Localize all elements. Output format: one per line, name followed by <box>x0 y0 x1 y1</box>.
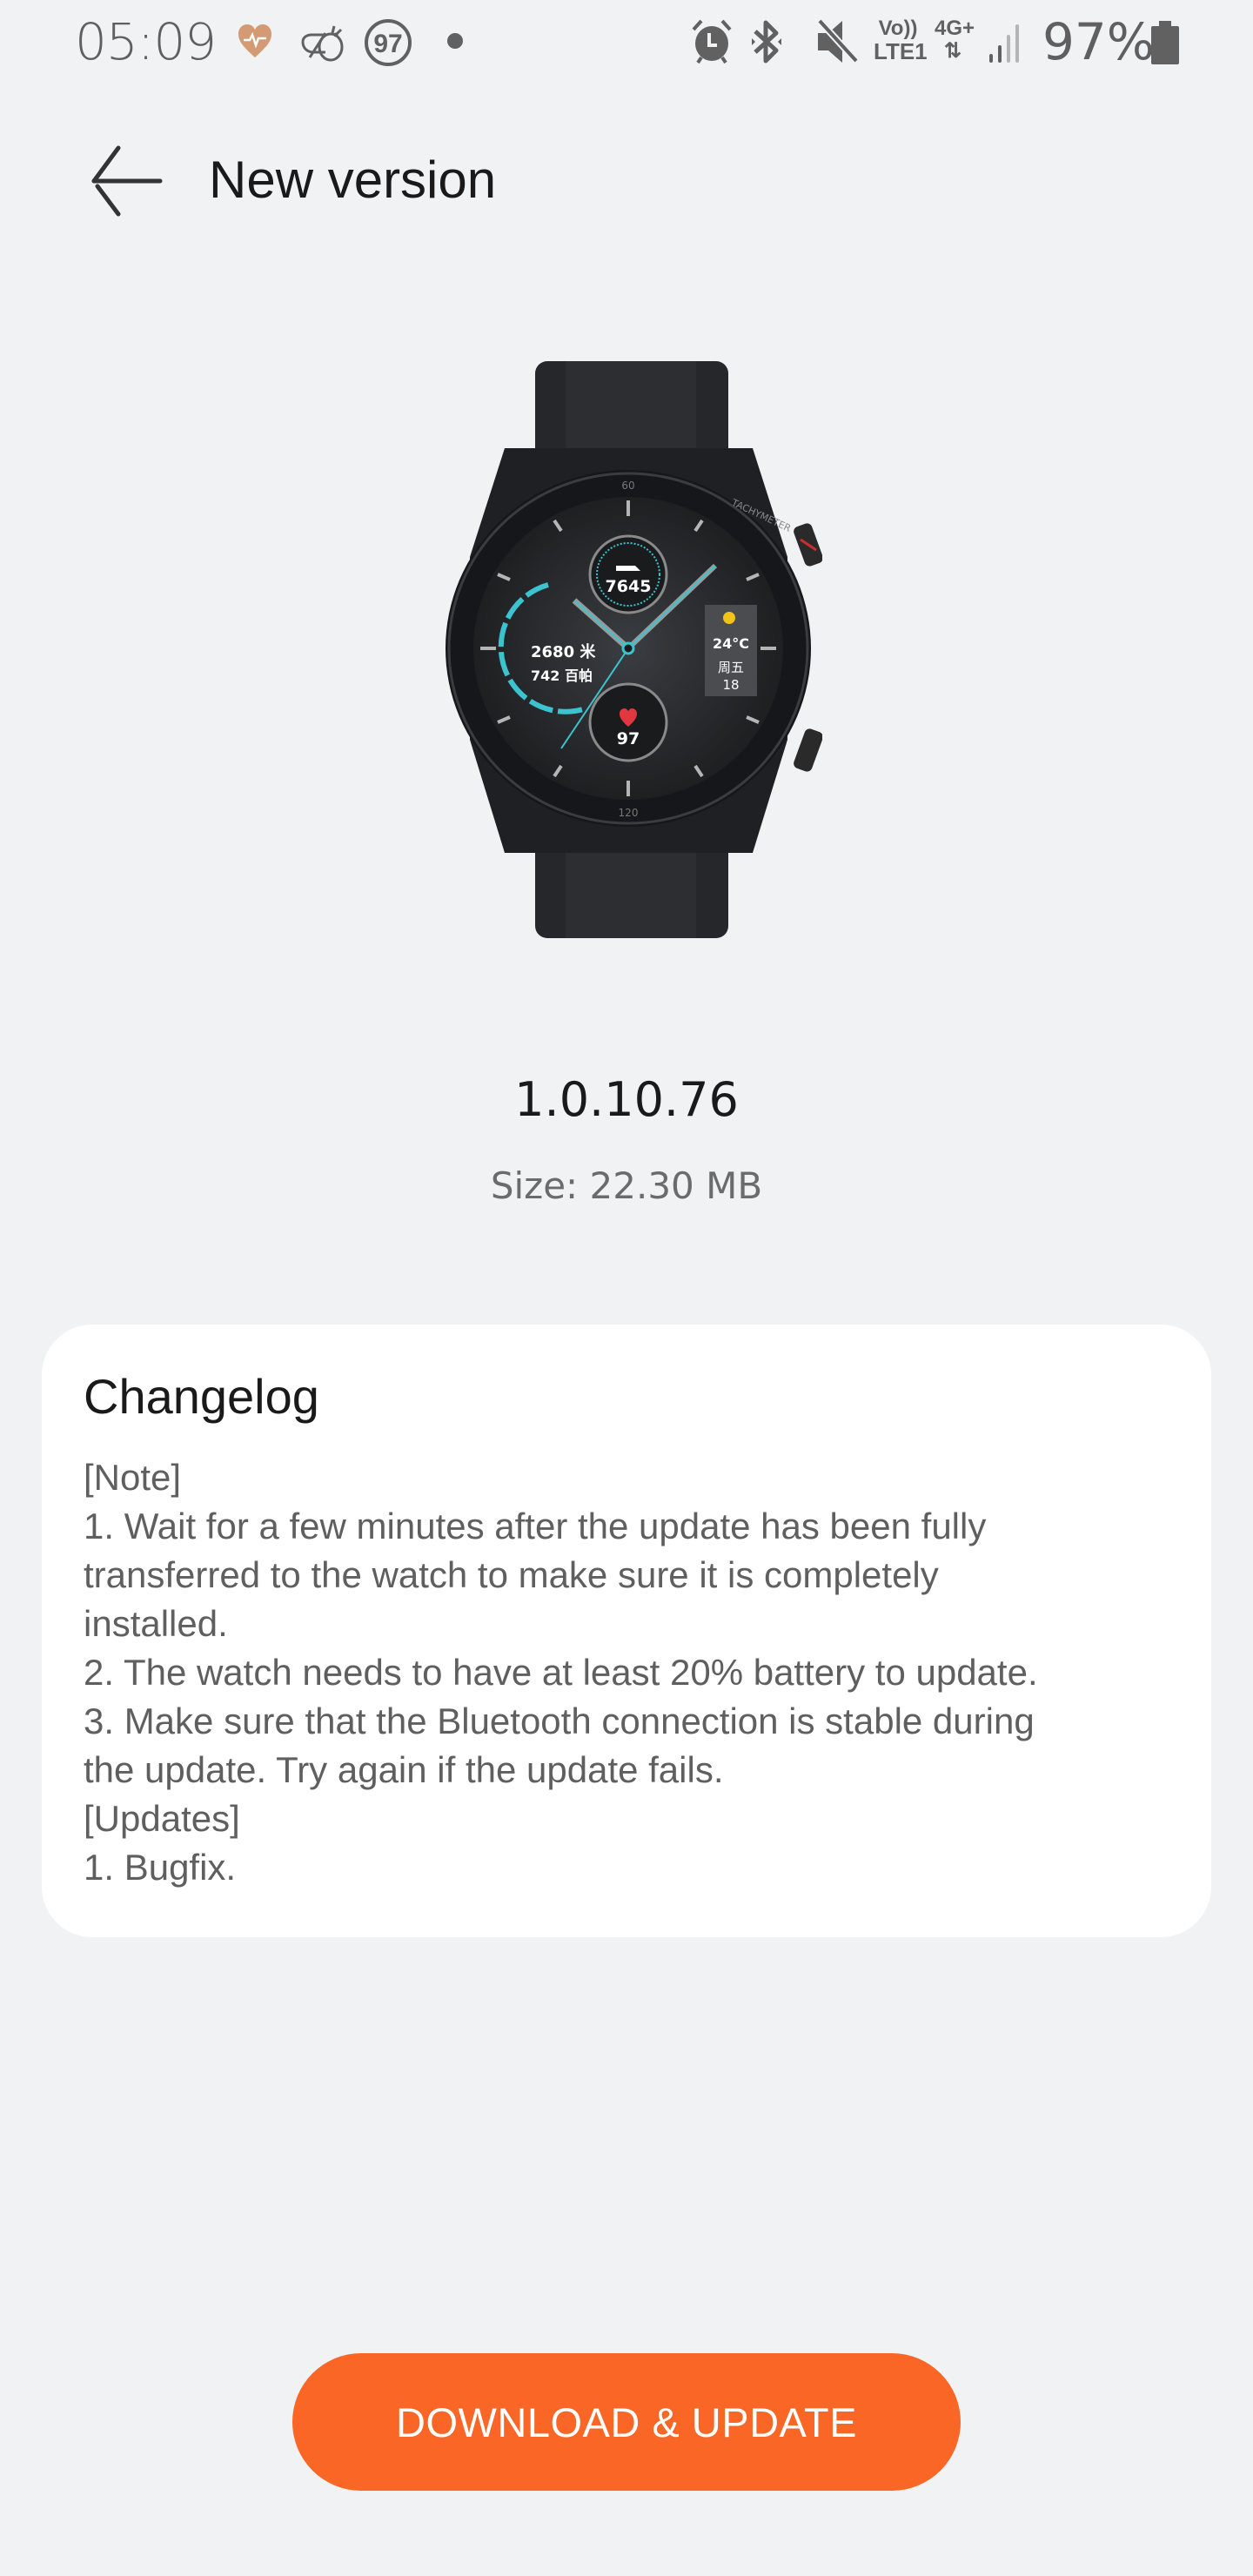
volte-lte1-icon: Vo)) LTE1 <box>874 17 928 64</box>
badge-97-icon: 97 <box>365 19 412 66</box>
battery-icon <box>1151 21 1179 64</box>
alarm-icon <box>692 19 732 64</box>
volte-label: Vo)) <box>878 17 918 40</box>
arrow-left-icon <box>91 145 163 217</box>
svg-text:7645: 7645 <box>606 577 652 596</box>
changelog-body: [Note] 1. Wait for a few minutes after t… <box>84 1453 1180 1892</box>
page-title: New version <box>209 151 497 209</box>
changelog-line: 2. The watch needs to have at least 20% … <box>84 1652 1038 1693</box>
changelog-line: 3. Make sure that the Bluetooth connecti… <box>84 1701 1035 1741</box>
svg-text:97: 97 <box>373 30 402 58</box>
svg-text:60: 60 <box>621 480 634 492</box>
changelog-line: the update. Try again if the update fail… <box>84 1749 724 1790</box>
smartwatch-image: 60 TACHYMETER 120 7645 97 2680 米 742 百帕 … <box>446 361 822 938</box>
mute-icon <box>817 19 859 64</box>
bluetooth-icon <box>752 20 781 64</box>
changelog-line: [Note] <box>84 1457 182 1498</box>
status-time: 05:09 <box>75 12 217 71</box>
back-button[interactable] <box>84 139 167 223</box>
changelog-line: 1. Bugfix. <box>84 1847 237 1888</box>
bee-app-icon <box>301 25 344 62</box>
changelog-line: installed. <box>84 1603 228 1644</box>
status-bar: 05:09 97 Vo)) LTE1 4G+ ⇅ 97% <box>0 0 1253 87</box>
health-heart-icon <box>238 24 271 57</box>
firmware-size: Size: 22.30 MB <box>490 1164 763 1207</box>
svg-text:24°C: 24°C <box>713 635 749 652</box>
svg-text:周五: 周五 <box>718 660 744 675</box>
notification-dot-icon <box>447 33 463 49</box>
watch-crown-bottom <box>794 728 822 772</box>
changelog-title: Changelog <box>84 1369 319 1424</box>
firmware-version: 1.0.10.76 <box>514 1072 739 1127</box>
changelog-line: [Updates] <box>84 1798 240 1839</box>
changelog-line: 1. Wait for a few minutes after the upda… <box>84 1506 987 1546</box>
download-update-label: DOWNLOAD & UPDATE <box>396 2398 857 2445</box>
svg-text:18: 18 <box>722 677 739 693</box>
svg-text:120: 120 <box>619 807 639 819</box>
svg-text:2680 米: 2680 米 <box>531 642 596 661</box>
battery-percent: 97% <box>1042 12 1155 71</box>
network-label: 4G+ <box>935 17 975 40</box>
svg-text:742 百帕: 742 百帕 <box>531 667 593 684</box>
changelog-line: transferred to the watch to make sure it… <box>84 1554 939 1595</box>
download-update-button[interactable]: DOWNLOAD & UPDATE <box>292 2353 961 2491</box>
data-arrows: ⇅ <box>943 39 962 63</box>
signal-icon <box>989 24 1019 63</box>
changelog-card: Changelog [Note] 1. Wait for a few minut… <box>42 1325 1211 1937</box>
4g-plus-data-icon: 4G+ ⇅ <box>935 17 975 63</box>
lte1-label: LTE1 <box>874 38 928 64</box>
svg-text:97: 97 <box>617 729 640 748</box>
